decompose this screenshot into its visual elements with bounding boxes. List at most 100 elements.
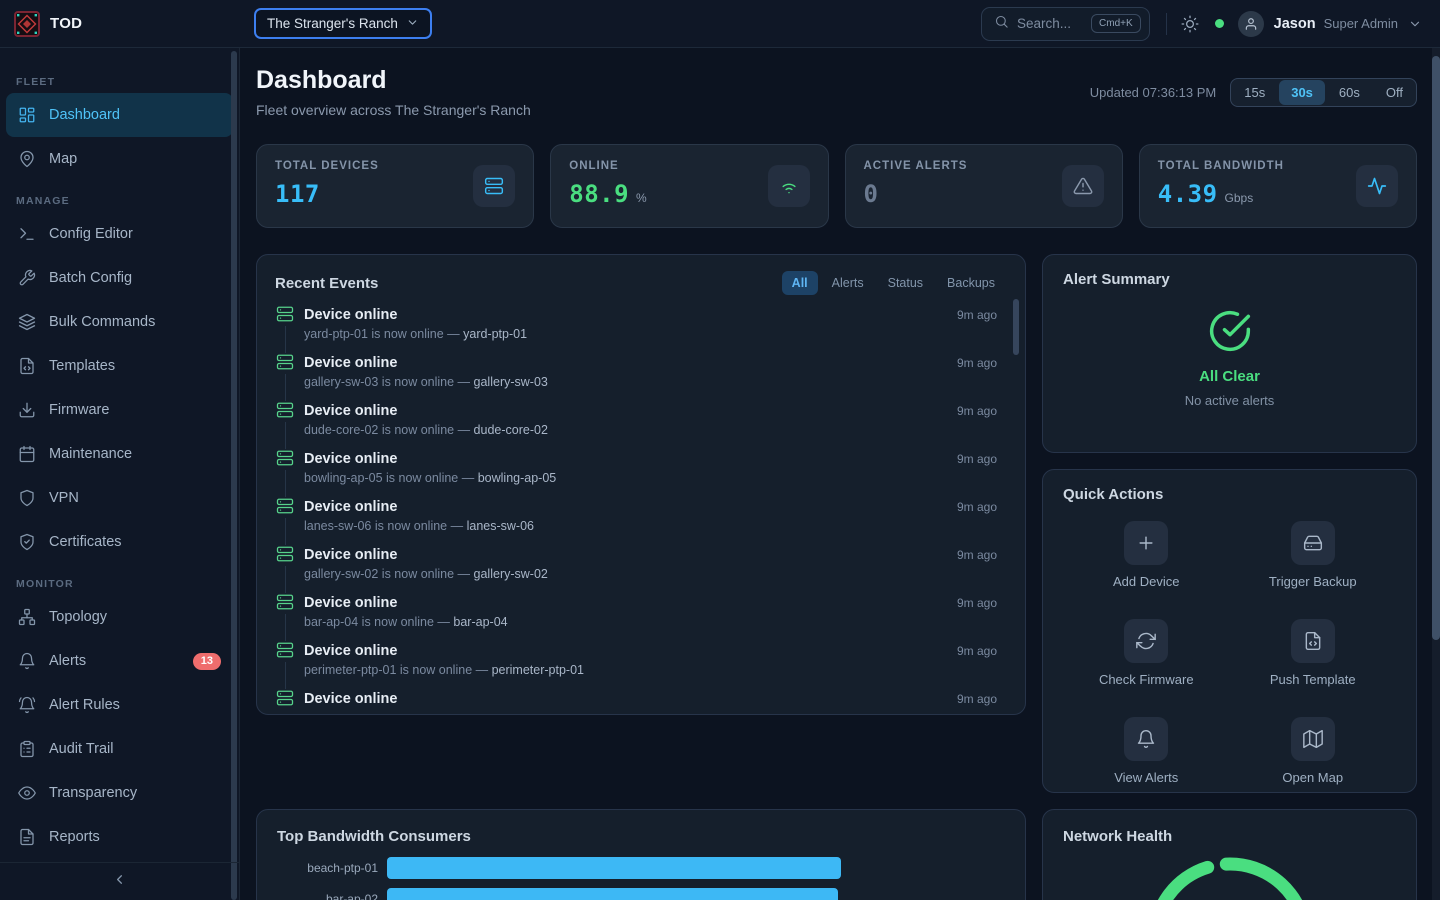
user-avatar[interactable] xyxy=(1238,11,1264,37)
network-health-gauge: 96 xyxy=(1135,845,1325,900)
server-icon xyxy=(276,497,294,515)
event-message: dude-core-02 is now online — dude-core-0… xyxy=(304,423,957,437)
refresh-option-60s[interactable]: 60s xyxy=(1327,80,1372,105)
quick-action-open-map[interactable]: Open Map xyxy=(1230,717,1397,785)
sidebar-item-maintenance[interactable]: Maintenance xyxy=(6,432,233,476)
stat-unit: % xyxy=(636,191,647,205)
refresh-option-15s[interactable]: 15s xyxy=(1232,80,1277,105)
event-row[interactable]: Device onlineyard-ptp-01 is now online —… xyxy=(275,305,997,353)
sidebar-item-vpn[interactable]: VPN xyxy=(6,476,233,520)
sidebar-item-config-editor[interactable]: Config Editor xyxy=(6,212,233,256)
refresh-option-off[interactable]: Off xyxy=(1374,80,1415,105)
file-code-icon xyxy=(18,357,36,375)
site-selector[interactable]: The Stranger's Ranch xyxy=(256,10,430,37)
sidebar-item-dashboard[interactable]: Dashboard xyxy=(6,93,233,137)
quick-actions-title: Quick Actions xyxy=(1063,486,1396,503)
alert-status-text: All Clear xyxy=(1199,368,1260,385)
refresh-option-30s[interactable]: 30s xyxy=(1279,80,1325,105)
event-row[interactable]: Device onlinelanes-sw-06 is now online —… xyxy=(275,497,997,545)
event-row[interactable]: Device onlineperimeter-ptp-01 is now onl… xyxy=(275,641,997,689)
alert-summary-title: Alert Summary xyxy=(1063,271,1396,288)
server-icon xyxy=(276,353,294,371)
event-title: Device online xyxy=(304,449,957,469)
event-row[interactable]: Device online9m ago xyxy=(275,689,997,715)
layers-icon xyxy=(18,313,36,331)
stat-label: TOTAL DEVICES xyxy=(275,160,379,172)
events-filter-alerts[interactable]: Alerts xyxy=(822,271,874,295)
bandwidth-row: bar-ap-02 xyxy=(277,888,1005,900)
stat-value: 4.39 xyxy=(1158,180,1218,208)
sidebar-item-templates[interactable]: Templates xyxy=(6,344,233,388)
quick-action-trigger-backup[interactable]: Trigger Backup xyxy=(1230,521,1397,589)
events-filter-status[interactable]: Status xyxy=(878,271,933,295)
search-box[interactable]: Cmd+K xyxy=(981,7,1150,41)
event-row[interactable]: Device onlinegallery-sw-03 is now online… xyxy=(275,353,997,401)
tod-logo-icon xyxy=(14,11,40,37)
sidebar: FLEETDashboardMapMANAGEConfig EditorBatc… xyxy=(0,48,240,900)
page-scrollbar[interactable] xyxy=(1432,48,1440,900)
event-timestamp: 9m ago xyxy=(957,641,997,689)
network-health-panel: Network Health 96 xyxy=(1042,809,1417,900)
sidebar-item-alert-rules[interactable]: Alert Rules xyxy=(6,683,233,727)
server-icon xyxy=(276,305,294,323)
sidebar-item-alerts[interactable]: Alerts13 xyxy=(6,639,233,683)
terminal-icon xyxy=(18,225,36,243)
chevron-left-icon xyxy=(112,872,127,892)
stat-card-online: ONLINE88.9% xyxy=(550,144,828,228)
network-icon xyxy=(18,608,36,626)
sidebar-item-bulk-commands[interactable]: Bulk Commands xyxy=(6,300,233,344)
search-input[interactable] xyxy=(1017,16,1083,31)
events-scrollbar[interactable] xyxy=(1013,299,1019,355)
event-title: Device online xyxy=(304,593,957,613)
server-icon xyxy=(276,593,294,611)
event-row[interactable]: Device onlinebowling-ap-05 is now online… xyxy=(275,449,997,497)
sidebar-item-transparency[interactable]: Transparency xyxy=(6,771,233,815)
quick-action-label: View Alerts xyxy=(1114,770,1178,785)
quick-action-push-template[interactable]: Push Template xyxy=(1230,619,1397,687)
event-row[interactable]: Device onlinegallery-sw-02 is now online… xyxy=(275,545,997,593)
sidebar-item-reports[interactable]: Reports xyxy=(6,815,233,859)
bell-icon xyxy=(18,652,36,670)
quick-action-view-alerts[interactable]: View Alerts xyxy=(1063,717,1230,785)
site-selector-value: The Stranger's Ranch xyxy=(267,16,398,31)
events-filter-all[interactable]: All xyxy=(782,271,818,295)
gauge-ring xyxy=(1135,845,1325,900)
nav-section-label-monitor: MONITOR xyxy=(0,578,239,590)
map-pin-icon xyxy=(18,150,36,168)
map-icon xyxy=(1291,717,1335,761)
events-filter-backups[interactable]: Backups xyxy=(937,271,1005,295)
stat-unit: Gbps xyxy=(1225,191,1254,205)
stat-card-total-bandwidth: TOTAL BANDWIDTH4.39Gbps xyxy=(1139,144,1417,228)
sidebar-collapse-button[interactable] xyxy=(0,862,239,900)
quick-action-add-device[interactable]: Add Device xyxy=(1063,521,1230,589)
sidebar-scrollbar[interactable] xyxy=(231,51,237,900)
event-timeline xyxy=(275,497,295,545)
bandwidth-bar xyxy=(387,888,838,900)
event-timeline xyxy=(275,305,295,353)
sidebar-item-firmware[interactable]: Firmware xyxy=(6,388,233,432)
event-timeline xyxy=(275,401,295,449)
app-root: TOD The Stranger's Ranch Cmd+K Jason Sup… xyxy=(0,0,1440,900)
event-timestamp: 9m ago xyxy=(957,449,997,497)
stat-value: 0 xyxy=(864,180,879,208)
shield-check-icon xyxy=(18,533,36,551)
bell-ring-icon xyxy=(18,696,36,714)
network-health-title: Network Health xyxy=(1063,828,1396,845)
sidebar-item-label: Alerts xyxy=(49,653,86,669)
event-row[interactable]: Device onlinedude-core-02 is now online … xyxy=(275,401,997,449)
theme-toggle-sun-icon[interactable] xyxy=(1181,15,1199,33)
sidebar-item-topology[interactable]: Topology xyxy=(6,595,233,639)
search-shortcut: Cmd+K xyxy=(1091,14,1141,33)
user-menu-chevron-down-icon[interactable] xyxy=(1408,17,1422,31)
page-scrollbar-thumb[interactable] xyxy=(1432,56,1440,640)
sidebar-item-map[interactable]: Map xyxy=(6,137,233,181)
topbar: TOD The Stranger's Ranch Cmd+K Jason Sup… xyxy=(0,0,1440,48)
sidebar-item-batch-config[interactable]: Batch Config xyxy=(6,256,233,300)
sidebar-item-audit-trail[interactable]: Audit Trail xyxy=(6,727,233,771)
brand-name: TOD xyxy=(50,15,82,32)
top-bandwidth-panel: Top Bandwidth Consumers beach-ptp-01bar-… xyxy=(256,809,1026,900)
quick-action-check-firmware[interactable]: Check Firmware xyxy=(1063,619,1230,687)
event-row[interactable]: Device onlinebar-ap-04 is now online — b… xyxy=(275,593,997,641)
activity-icon xyxy=(1356,165,1398,207)
sidebar-item-certificates[interactable]: Certificates xyxy=(6,520,233,564)
